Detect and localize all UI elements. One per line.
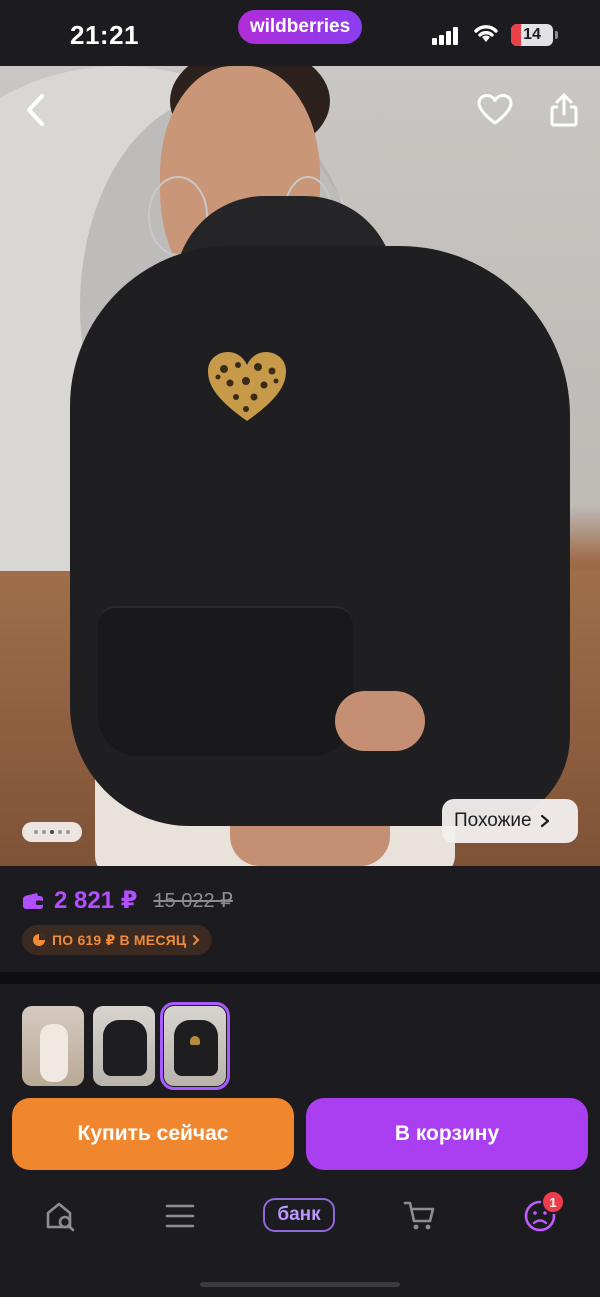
product-photo[interactable]: Похожие: [0, 66, 600, 866]
menu-icon: [165, 1204, 195, 1228]
heart-print-icon: [190, 1036, 200, 1045]
photo-pager: [22, 822, 82, 842]
notification-badge: 1: [541, 1190, 565, 1214]
chevron-right-icon: [193, 935, 200, 945]
similar-button[interactable]: Похожие: [442, 799, 578, 843]
installment-badge[interactable]: ПО 619 ₽ В МЕСЯЦ: [22, 925, 213, 955]
price-row: 2 821 ₽ 15 022 ₽: [22, 886, 233, 915]
battery-tip: [555, 31, 558, 39]
add-to-cart-button[interactable]: В корзину: [306, 1098, 588, 1170]
chevron-left-icon: [27, 94, 44, 126]
variant-thumbnail-1[interactable]: [22, 1006, 84, 1086]
share-button[interactable]: [542, 88, 586, 132]
section-divider: [0, 972, 600, 984]
status-bar: 21:21 wildberries 14: [0, 0, 600, 66]
variant-thumbnails: [22, 1002, 230, 1090]
brand-pill[interactable]: wildberries: [238, 10, 362, 44]
tab-cart[interactable]: [398, 1194, 442, 1238]
pie-chart-icon: [33, 934, 45, 946]
price-old: 15 022 ₽: [153, 890, 233, 912]
variant-thumbnail-2[interactable]: [93, 1006, 155, 1086]
tab-catalog[interactable]: [158, 1194, 202, 1238]
share-icon: [550, 93, 578, 127]
cart-icon: [403, 1201, 435, 1230]
buy-now-button[interactable]: Купить сейчас: [12, 1098, 294, 1170]
tab-bar: банк 1: [0, 1180, 600, 1260]
model-hand: [335, 691, 425, 751]
cellular-signal-icon: [432, 27, 460, 45]
price-card: 2 821 ₽ 15 022 ₽ ПО 619 ₽ В МЕСЯЦ: [0, 866, 600, 972]
home-indicator: [200, 1282, 400, 1287]
installment-text: ПО 619 ₽ В МЕСЯЦ: [52, 931, 187, 948]
variant-thumbnail-3[interactable]: [160, 1002, 230, 1090]
status-time: 21:21: [70, 20, 139, 50]
home-search-icon: [46, 1202, 75, 1232]
tab-home[interactable]: [38, 1194, 82, 1238]
hoodie-pocket: [98, 606, 353, 756]
bottom-sheet: Купить сейчас В корзину банк 1: [0, 984, 600, 1297]
tab-bank[interactable]: банк: [263, 1198, 335, 1232]
chevron-right-icon: [540, 814, 549, 828]
heart-outline-icon: [477, 94, 513, 125]
battery-level: 14: [523, 26, 541, 43]
back-button[interactable]: [14, 88, 58, 132]
favorite-button[interactable]: [473, 88, 517, 132]
similar-label: Похожие: [454, 810, 532, 831]
wallet-icon: [23, 892, 43, 909]
battery-icon: 14: [511, 24, 553, 46]
price-current: 2 821 ₽: [54, 887, 138, 914]
wifi-icon: [474, 25, 498, 42]
leopard-heart-print: [208, 352, 286, 421]
